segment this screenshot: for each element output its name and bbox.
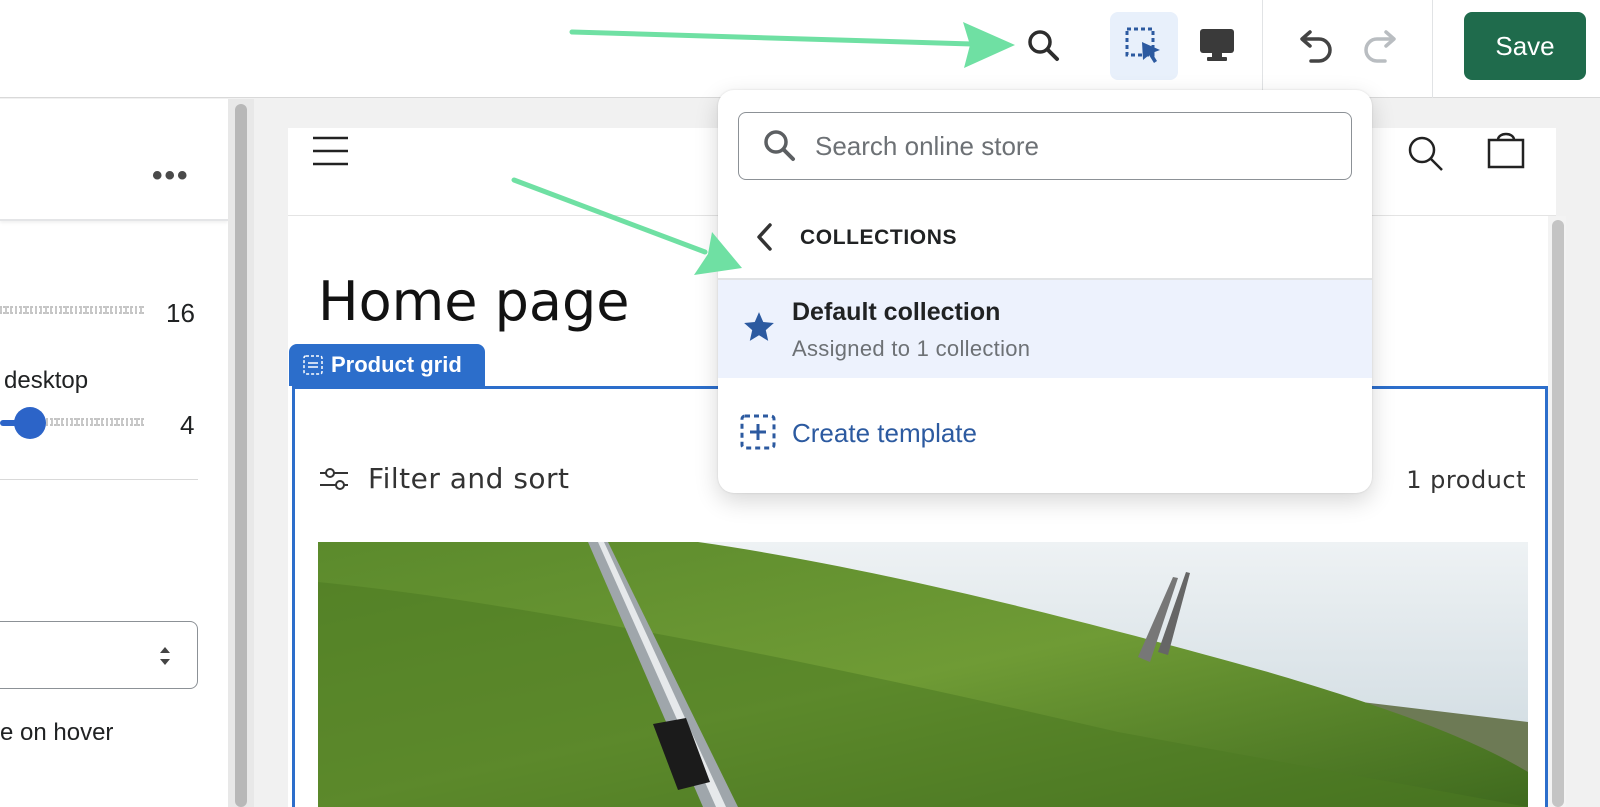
section-icon: [303, 355, 323, 375]
star-icon: [744, 312, 774, 341]
section-tag-product-grid[interactable]: Product grid: [289, 344, 485, 386]
section-heading: COLLECTIONS: [800, 226, 958, 249]
image-ratio-select[interactable]: [0, 621, 198, 689]
template-item-default-collection[interactable]: Default collection Assigned to 1 collect…: [718, 280, 1372, 378]
toolbar-divider: [1432, 0, 1433, 98]
divider: [0, 479, 198, 480]
search-field[interactable]: [738, 112, 1352, 180]
add-template-icon: [740, 414, 776, 450]
create-template-label: Create template: [792, 418, 977, 448]
preview-scrollbar[interactable]: [1552, 220, 1564, 807]
back-chevron-icon[interactable]: [752, 220, 778, 254]
slider-value: 4: [180, 410, 195, 440]
search-input[interactable]: [815, 127, 1335, 165]
panel-scrollbar[interactable]: [235, 104, 247, 807]
section-tag-label: Product grid: [331, 352, 462, 377]
slider-thumb[interactable]: [14, 407, 46, 439]
filter-label: Filter and sort: [368, 462, 570, 495]
top-toolbar: Save: [0, 0, 1600, 98]
products-per-page-slider[interactable]: [0, 306, 144, 314]
filter-and-sort[interactable]: Filter and sort: [318, 462, 570, 495]
undo-icon[interactable]: [1286, 18, 1344, 76]
menu-icon[interactable]: [312, 136, 350, 166]
settings-panel: ••• 16 desktop 4 e on hover: [0, 99, 228, 807]
hover-option-label: e on hover: [0, 719, 114, 746]
filter-icon: [320, 467, 348, 490]
template-subtitle: Assigned to 1 collection: [792, 336, 1031, 361]
columns-slider[interactable]: [46, 418, 144, 426]
select-arrows-icon: [160, 647, 170, 665]
template-picker-dropdown: COLLECTIONS Default collection Assigned …: [718, 90, 1372, 493]
toolbar-divider: [1262, 0, 1263, 98]
more-options-icon[interactable]: •••: [152, 159, 190, 193]
desktop-icon[interactable]: [1186, 14, 1248, 76]
redo-icon[interactable]: [1352, 18, 1410, 76]
save-button[interactable]: Save: [1464, 12, 1586, 80]
slider-value: 16: [166, 298, 195, 328]
search-icon: [764, 130, 795, 161]
search-icon[interactable]: [1020, 22, 1068, 70]
columns-desktop-label: desktop: [4, 367, 89, 394]
page-title: Home page: [318, 270, 630, 333]
template-title: Default collection: [792, 298, 1001, 326]
product-image[interactable]: [318, 542, 1528, 807]
cart-icon[interactable]: [1486, 130, 1526, 170]
product-count: 1 product: [1406, 466, 1526, 494]
create-template-button[interactable]: Create template: [718, 384, 1372, 480]
select-cursor-icon[interactable]: [1110, 12, 1178, 80]
store-search-icon[interactable]: [1406, 134, 1446, 174]
settings-header: •••: [0, 99, 228, 221]
